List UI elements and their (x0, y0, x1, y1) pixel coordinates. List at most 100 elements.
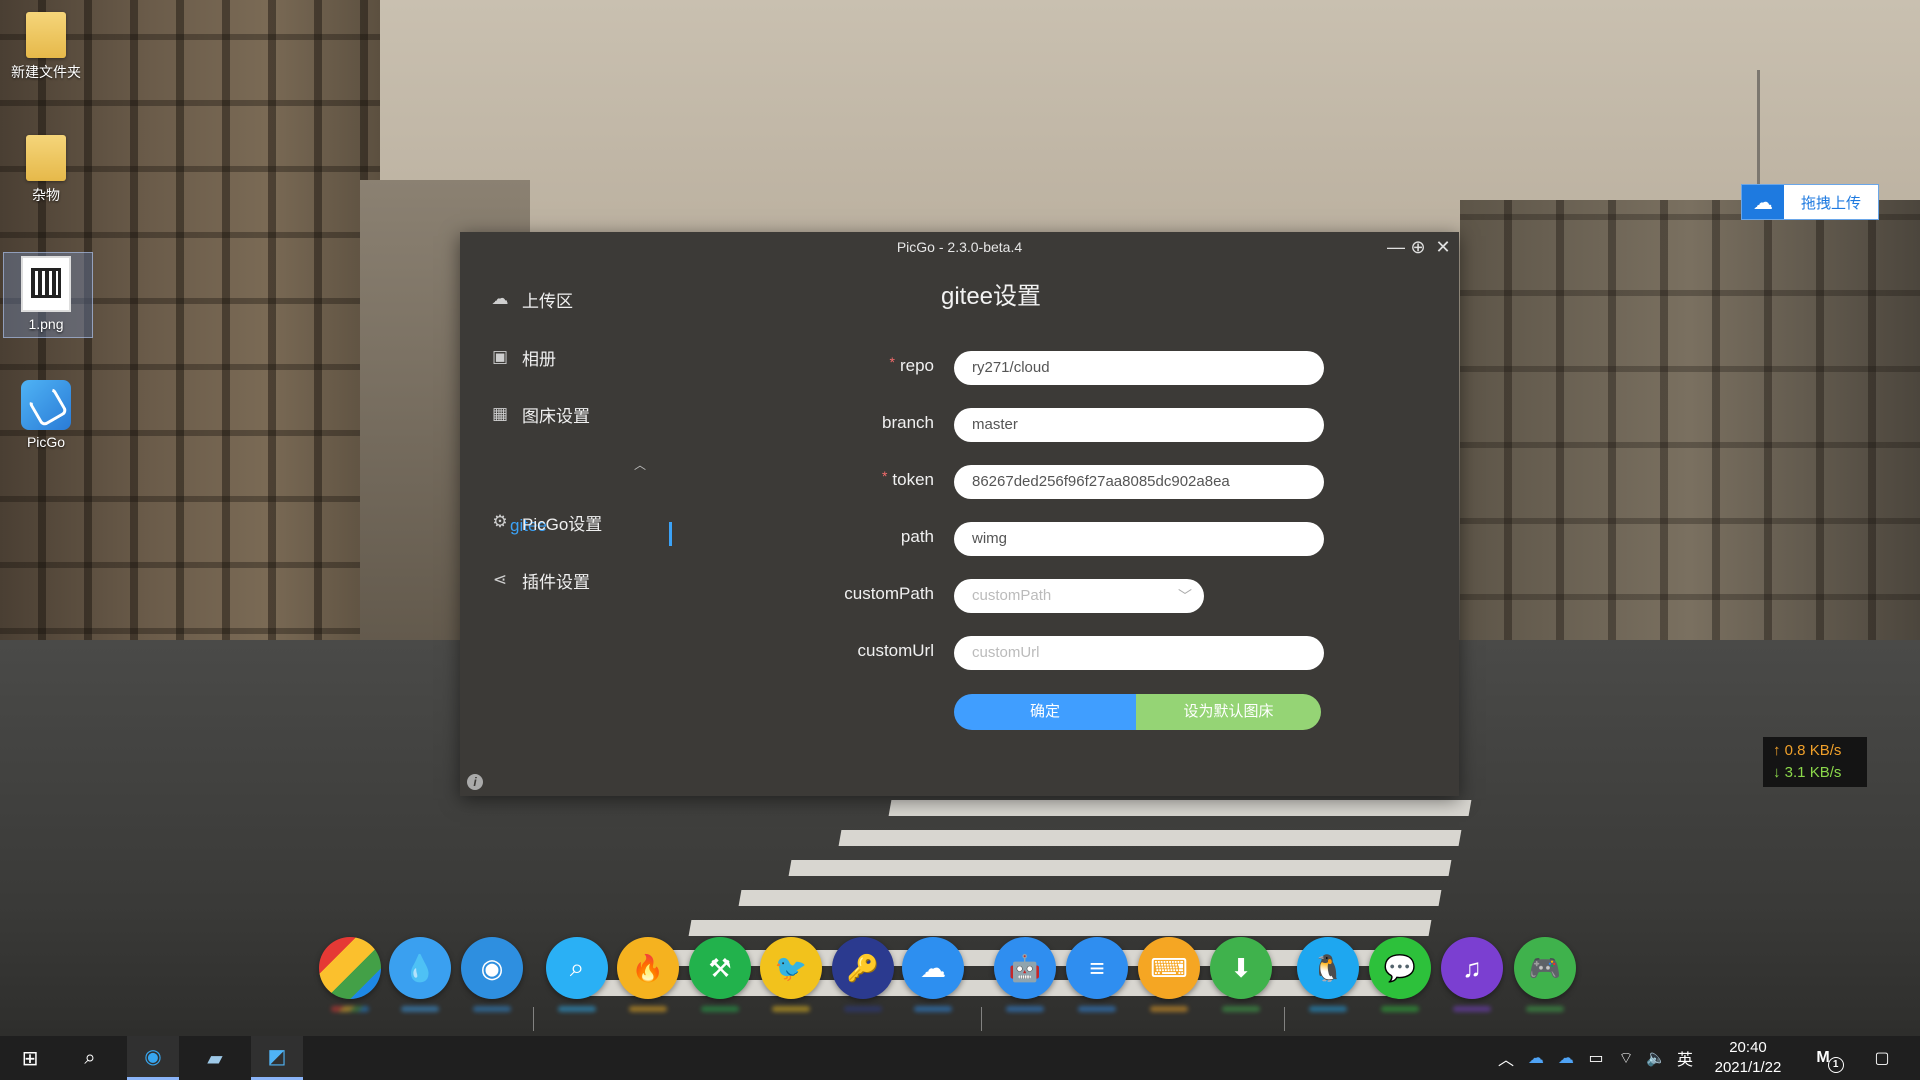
sidebar-item-label: PicGo设置 (522, 514, 603, 534)
water-drop-icon: 💧 (403, 952, 437, 983)
field-label: customPath (844, 579, 934, 615)
dock-app-hammer[interactable]: ⚒ (689, 937, 751, 999)
field-label: * token (882, 465, 934, 501)
keyboard-icon: ⌨ (1150, 952, 1188, 983)
taskbar-edge[interactable]: ◉ (127, 1036, 179, 1080)
dock-app-android[interactable]: 🤖 (994, 937, 1056, 999)
wallpaper-building-right (1460, 200, 1920, 670)
token-input[interactable]: 86267ded256f96f27aa8085dc902a8ea (954, 465, 1324, 499)
wallpaper-pole (1757, 70, 1760, 190)
tray-ime[interactable]: 英 (1672, 1036, 1698, 1080)
info-icon[interactable]: i (467, 774, 483, 790)
picture-icon: ▣ (491, 347, 509, 366)
upload-speed: ↑ 0.8 KB/s (1773, 742, 1842, 759)
field-label-text: token (892, 470, 934, 489)
set-default-button[interactable]: 设为默认图床 (1136, 694, 1321, 730)
drag-upload-widget[interactable]: ☁ 拖拽上传 (1741, 184, 1879, 220)
desktop-icon-label: PicGo (26, 434, 66, 450)
android-icon: 🤖 (1008, 952, 1042, 983)
confirm-button[interactable]: 确定 (954, 694, 1136, 730)
dock-app-game[interactable]: 🎮 (1514, 937, 1576, 999)
dock-app-multicolor[interactable] (319, 937, 381, 999)
page-title: gitee设置 (940, 283, 1042, 310)
field-label-text: repo (899, 356, 934, 375)
form-actions: 确定 设为默认图床 (675, 694, 1459, 730)
form-row-custompath: customPath customPath ﹀ (675, 579, 1459, 615)
form-row-path: path wimg (675, 522, 1459, 558)
edge-icon: ◉ (144, 1046, 162, 1068)
fire-icon: 🔥 (631, 952, 665, 983)
dock-app-wechat[interactable]: 💬 (1369, 937, 1431, 999)
desktop-icon-1png[interactable]: 1.png (0, 256, 92, 332)
tray-onedrive[interactable]: ☁ (1522, 1036, 1550, 1080)
field-label: * repo (890, 351, 934, 387)
wechat-icon: 💬 (1383, 952, 1417, 983)
minimize-button[interactable]: — (1385, 236, 1407, 258)
dock-app-key[interactable]: 🔑 (832, 937, 894, 999)
sidebar-item-upload[interactable]: ☁ 上传区 (490, 284, 574, 314)
battery-icon: ▭ (1588, 1050, 1604, 1067)
custompath-select[interactable]: customPath ﹀ (954, 579, 1204, 613)
cloud-icon: ☁ (1742, 185, 1784, 219)
field-label-text: customUrl (857, 641, 934, 660)
tray-volume[interactable]: 🔈 (1642, 1036, 1670, 1080)
dock-app-keyboard[interactable]: ⌨ (1138, 937, 1200, 999)
sidebar-item-gallery[interactable]: ▣ 相册 (490, 342, 556, 372)
download-speed-value: 3.1 KB/s (1784, 764, 1842, 781)
cloud-icon: ☁ (920, 952, 946, 983)
path-input[interactable]: wimg (954, 522, 1324, 556)
tray-battery[interactable]: ▭ (1582, 1036, 1610, 1080)
action-center-button[interactable]: ▢ (1862, 1036, 1902, 1080)
notes-icon: ≡ (1089, 952, 1105, 983)
tray-expand-button[interactable]: ︿ (1494, 1036, 1518, 1080)
maximize-button[interactable]: ⊕ (1407, 236, 1429, 258)
start-button[interactable]: ⊞ (4, 1036, 56, 1080)
search-icon: ⌕ (84, 1046, 96, 1069)
sidebar-item-picgo-settings[interactable]: ⚙ PicGo设置 (490, 507, 602, 537)
picgo-icon (21, 380, 71, 430)
taskbar-clock[interactable]: 20:40 2021/1/22 (1700, 1036, 1796, 1080)
cloud-icon: ☁ (1558, 1050, 1574, 1067)
dock-app-music[interactable]: ♫ (1441, 937, 1503, 999)
sidebar-item-image-host-settings[interactable]: ▦ 图床设置 (490, 399, 590, 429)
key-icon: 🔑 (846, 952, 880, 983)
gear-icon: ⚙ (492, 512, 508, 531)
dock-app-download[interactable]: ⬇ (1210, 937, 1272, 999)
taskbar-app-notebook[interactable]: ▰ (189, 1036, 241, 1080)
share-icon: ⋖ (492, 570, 508, 589)
dock-app-edge[interactable]: ◉ (461, 937, 523, 999)
window-title: PicGo - 2.3.0-beta.4 (896, 239, 1023, 255)
tray-onedrive-2[interactable]: ☁ (1552, 1036, 1580, 1080)
taskbar-search-button[interactable]: ⌕ (64, 1036, 116, 1080)
tray-network[interactable]: ⌔ (1612, 1036, 1640, 1080)
sidebar-item-plugin-settings[interactable]: ⋖ 插件设置 (490, 565, 590, 595)
dock-app-drop[interactable]: 💧 (389, 937, 451, 999)
repo-input[interactable]: ry271/cloud (954, 351, 1324, 385)
desktop-icon-new-folder[interactable]: 新建文件夹 (0, 12, 92, 82)
customurl-input[interactable]: customUrl (954, 636, 1324, 670)
dock-app-notes[interactable]: ≡ (1066, 937, 1128, 999)
cloud-icon: ☁ (1528, 1050, 1544, 1067)
taskbar-picgo[interactable]: ◩ (251, 1036, 303, 1080)
folder-icon (26, 135, 66, 181)
sidebar-item-label: 图床设置 (522, 406, 590, 426)
dock-app-search[interactable]: ⌕ (546, 937, 608, 999)
tray-app-m[interactable]: M 1 (1810, 1036, 1850, 1080)
dock-app-cloud[interactable]: ☁ (902, 937, 964, 999)
qr-image-icon (21, 256, 71, 312)
branch-input[interactable]: master (954, 408, 1324, 442)
dock-app-qq[interactable]: 🐧 (1297, 937, 1359, 999)
desktop-icon-misc[interactable]: 杂物 (0, 135, 92, 205)
music-note-icon: ♫ (1462, 952, 1482, 983)
windows-icon: ⊞ (21, 1047, 39, 1070)
chevron-up-icon[interactable]: ︿ (634, 456, 646, 473)
picgo-window: PicGo - 2.3.0-beta.4 — ⊕ ✕ ☁ 上传区 ▣ 相册 ▦ … (460, 232, 1459, 796)
desktop-icon-picgo[interactable]: PicGo (0, 380, 92, 450)
dock-app-bird[interactable]: 🐦 (760, 937, 822, 999)
field-label: branch (882, 408, 934, 444)
desktop-icon-label: 杂物 (32, 187, 60, 203)
dock-app-fire[interactable]: 🔥 (617, 937, 679, 999)
form-row-branch: branch master (675, 408, 1459, 444)
close-button[interactable]: ✕ (1432, 236, 1454, 258)
field-label-text: customPath (844, 584, 934, 603)
